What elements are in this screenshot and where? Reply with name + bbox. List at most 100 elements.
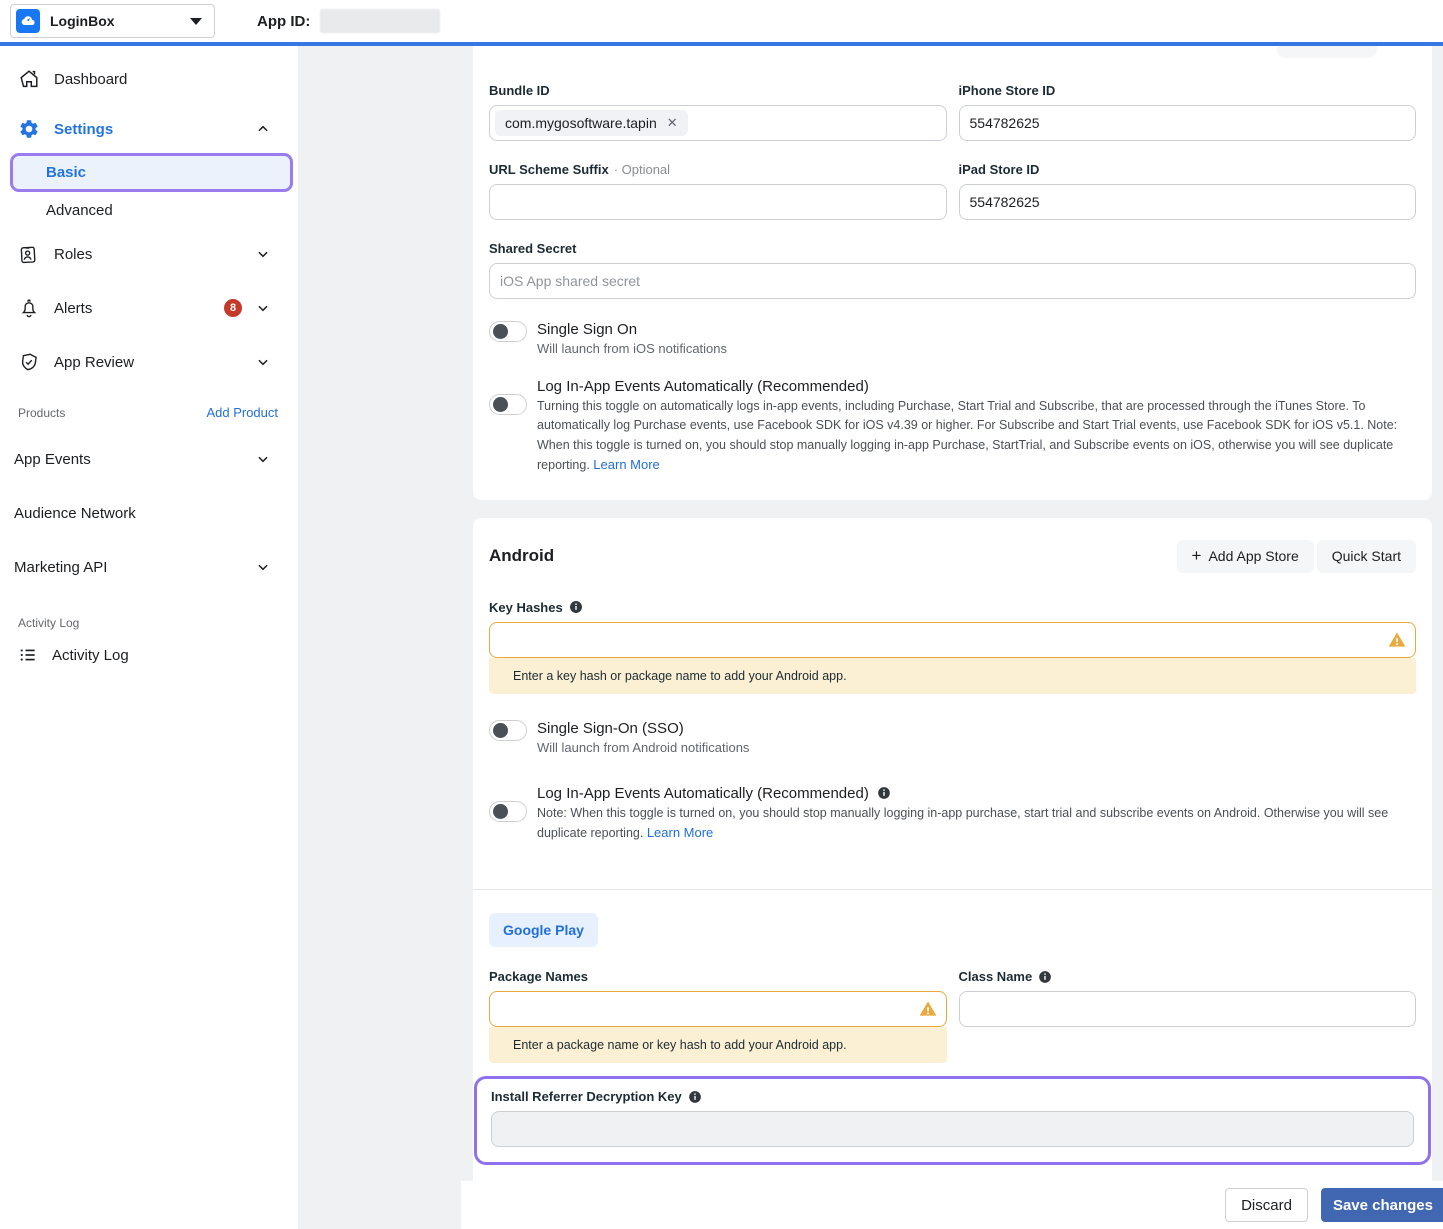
- sidebar-item-label: Audience Network: [14, 505, 136, 522]
- info-icon[interactable]: [877, 786, 891, 800]
- chip-remove-icon[interactable]: ✕: [667, 115, 678, 131]
- sidebar-item-roles[interactable]: Roles: [0, 239, 298, 269]
- android-section-title: Android: [489, 546, 554, 566]
- package-names-input[interactable]: [489, 991, 947, 1027]
- ipad-store-id-label: iPad Store ID: [959, 162, 1417, 177]
- iphone-store-id-label: iPhone Store ID: [959, 83, 1417, 98]
- section-divider: [473, 889, 1432, 890]
- activity-log-section-label: Activity Log: [0, 616, 298, 630]
- add-product-link[interactable]: Add Product: [206, 405, 278, 420]
- bundle-id-label: Bundle ID: [489, 83, 947, 98]
- ios-log-events-toggle[interactable]: [489, 394, 527, 415]
- sidebar-item-settings-advanced[interactable]: Advanced: [0, 197, 298, 223]
- ios-sso-toggle[interactable]: [489, 321, 527, 342]
- toggle-knob: [493, 397, 508, 412]
- android-log-events-description: Note: When this toggle is turned on, you…: [537, 804, 1416, 844]
- bell-icon: [18, 297, 40, 319]
- ipad-store-id-input[interactable]: [959, 184, 1417, 220]
- sidebar-item-label: Settings: [54, 121, 113, 138]
- ios-log-events-label: Log In-App Events Automatically (Recomme…: [537, 378, 1416, 395]
- chevron-down-icon: [256, 452, 270, 466]
- toggle-knob: [493, 804, 508, 819]
- android-log-events-toggle-row: Log In-App Events Automatically (Recomme…: [489, 785, 1416, 844]
- install-referrer-label: Install Referrer Decryption Key: [491, 1089, 1414, 1104]
- list-icon: [18, 645, 38, 665]
- android-log-events-toggle[interactable]: [489, 801, 527, 822]
- shield-check-icon: [18, 351, 40, 373]
- sidebar-item-marketing-api[interactable]: Marketing API: [0, 552, 298, 582]
- discard-button[interactable]: Discard: [1225, 1188, 1308, 1222]
- android-sso-subtext: Will launch from Android notifications: [537, 740, 749, 755]
- learn-more-link[interactable]: Learn More: [593, 457, 659, 472]
- iphone-store-id-input[interactable]: [959, 105, 1417, 141]
- sidebar-item-label: App Events: [14, 451, 91, 468]
- products-label: Products: [18, 406, 65, 420]
- main-content: Bundle ID com.mygosoftware.tapin ✕ iPhon…: [298, 46, 1443, 1229]
- sidebar-item-label: Basic: [46, 164, 86, 181]
- sidebar-item-dashboard[interactable]: Dashboard: [0, 64, 298, 94]
- save-changes-button[interactable]: Save changes: [1321, 1188, 1443, 1222]
- ios-settings-card: Bundle ID com.mygosoftware.tapin ✕ iPhon…: [473, 46, 1432, 500]
- shared-secret-input[interactable]: [489, 263, 1416, 299]
- google-play-tab[interactable]: Google Play: [489, 913, 598, 947]
- sidebar-item-settings-basic[interactable]: Basic: [10, 153, 293, 192]
- chevron-down-icon: [256, 301, 270, 315]
- chevron-down-icon: [256, 560, 270, 574]
- sidebar-item-app-review[interactable]: App Review: [0, 347, 298, 377]
- warning-icon: [1387, 630, 1407, 650]
- ios-sso-label: Single Sign On: [537, 321, 727, 338]
- warning-icon: [918, 999, 938, 1019]
- sidebar-products-header: Products Add Product: [0, 405, 298, 420]
- bundle-id-input[interactable]: com.mygosoftware.tapin ✕: [489, 105, 947, 141]
- save-bar: Discard Save changes: [461, 1181, 1443, 1229]
- roles-badge-icon: [18, 243, 40, 265]
- url-scheme-suffix-label: URL Scheme Suffix · Optional: [489, 162, 947, 177]
- app-selector-label: LoginBox: [50, 13, 115, 29]
- shared-secret-label: Shared Secret: [489, 241, 1416, 256]
- class-name-input[interactable]: [959, 991, 1417, 1027]
- chevron-up-icon: [256, 122, 270, 136]
- sidebar-item-activity-log[interactable]: Activity Log: [0, 640, 298, 670]
- key-hashes-label: Key Hashes: [489, 600, 1416, 615]
- app-selector-dropdown[interactable]: LoginBox: [10, 4, 215, 38]
- info-icon[interactable]: [688, 1090, 702, 1104]
- sidebar: Dashboard Settings Basic Advanced Roles: [0, 46, 298, 1229]
- sidebar-item-label: Activity Log: [52, 647, 129, 664]
- sidebar-item-alerts[interactable]: Alerts 8: [0, 293, 298, 323]
- android-settings-card: Android + Add App Store Quick Start Key …: [473, 518, 1432, 1229]
- ios-log-events-description: Turning this toggle on automatically log…: [537, 397, 1416, 476]
- class-name-label: Class Name: [959, 969, 1417, 984]
- sidebar-item-app-events[interactable]: App Events: [0, 444, 298, 474]
- gear-icon: [18, 118, 40, 140]
- install-referrer-highlight-box: Install Referrer Decryption Key: [474, 1076, 1431, 1165]
- plus-icon: +: [1192, 546, 1202, 566]
- url-scheme-suffix-input[interactable]: [489, 184, 947, 220]
- alerts-count-badge: 8: [224, 299, 242, 317]
- sidebar-item-audience-network[interactable]: Audience Network: [0, 498, 298, 528]
- sidebar-item-label: Dashboard: [54, 71, 127, 88]
- sidebar-item-label: Alerts: [54, 300, 92, 317]
- quick-start-button[interactable]: Quick Start: [1317, 540, 1416, 573]
- sidebar-item-label: Advanced: [46, 202, 113, 219]
- learn-more-link[interactable]: Learn More: [647, 825, 713, 840]
- android-sso-label: Single Sign-On (SSO): [537, 720, 749, 737]
- sidebar-item-label: Marketing API: [14, 559, 107, 576]
- home-icon: [18, 68, 40, 90]
- android-sso-toggle-row: Single Sign-On (SSO) Will launch from An…: [489, 720, 1416, 755]
- sidebar-item-label: Roles: [54, 246, 92, 263]
- sidebar-item-label: App Review: [54, 354, 134, 371]
- info-icon[interactable]: [569, 600, 583, 614]
- info-icon[interactable]: [1038, 970, 1052, 984]
- add-app-store-button[interactable]: + Add App Store: [1177, 540, 1314, 573]
- toggle-knob: [493, 723, 508, 738]
- package-names-hint-banner: Enter a package name or key hash to add …: [489, 1027, 947, 1063]
- ios-log-events-toggle-row: Log In-App Events Automatically (Recomme…: [489, 378, 1416, 476]
- sidebar-item-settings[interactable]: Settings: [0, 114, 298, 144]
- install-referrer-input[interactable]: [491, 1111, 1414, 1147]
- app-id-label: App ID:: [257, 13, 310, 30]
- dropdown-caret-icon: [190, 18, 202, 25]
- android-sso-toggle[interactable]: [489, 720, 527, 741]
- key-hashes-input[interactable]: [489, 622, 1416, 658]
- android-log-events-label: Log In-App Events Automatically (Recomme…: [537, 785, 1416, 802]
- bundle-id-chip: com.mygosoftware.tapin ✕: [495, 110, 688, 136]
